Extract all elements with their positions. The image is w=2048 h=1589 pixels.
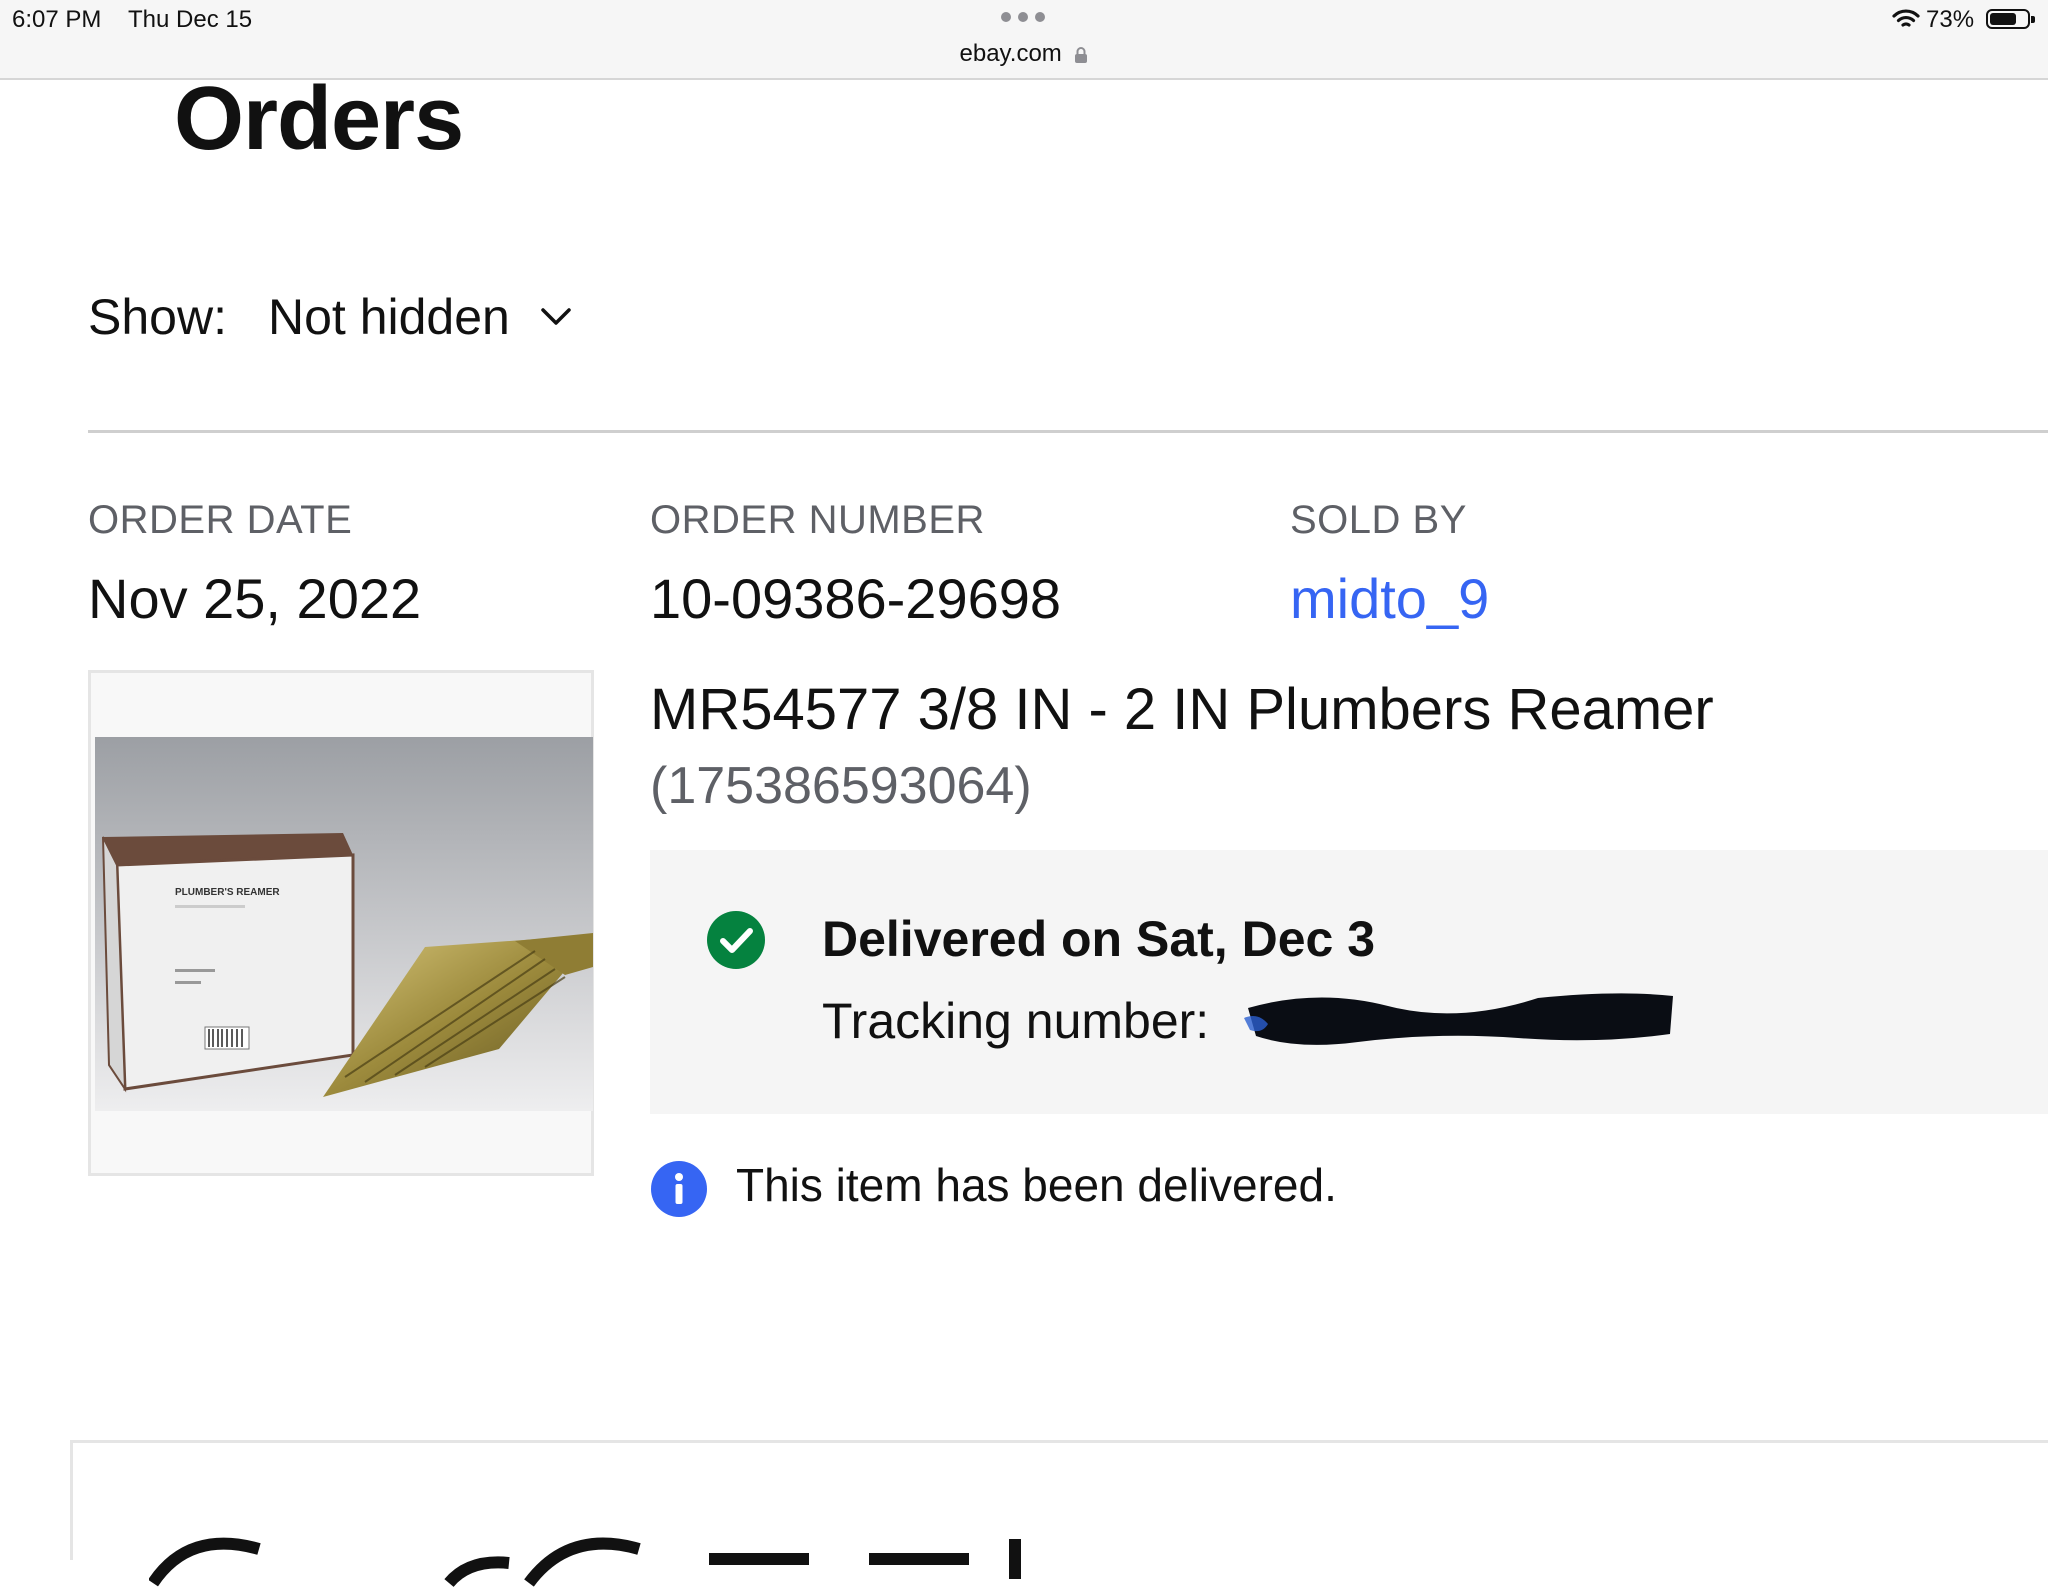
wifi-icon <box>1892 9 1920 27</box>
item-title-link[interactable]: MR54577 3/8 IN - 2 IN Plumbers Reamer <box>650 676 1714 743</box>
redaction-scribble <box>1244 993 1673 1045</box>
check-circle-icon <box>707 911 765 969</box>
order-date-label: ORDER DATE <box>88 498 353 542</box>
status-date: Thu Dec 15 <box>128 6 253 33</box>
status-time: 6:07 PM <box>12 6 102 33</box>
delivery-status-panel: Delivered on Sat, Dec 3 Tracking number: <box>650 850 2048 1114</box>
url-text: ebay.com <box>959 40 1062 67</box>
order-number-value: 10-09386-29698 <box>650 567 1062 630</box>
divider <box>88 430 2048 433</box>
order-number-label: ORDER NUMBER <box>650 498 985 542</box>
battery-icon <box>1986 9 2035 29</box>
product-image: PLUMBER'S REAMER <box>95 737 593 1111</box>
address-bar[interactable]: ebay.com <box>0 40 2048 68</box>
seller-name[interactable]: midto_9 <box>1290 567 1489 630</box>
next-card <box>70 1440 2048 1588</box>
item-number: (175386593064) <box>650 757 1032 815</box>
filter-label: Show: <box>88 289 227 345</box>
box-label-text: PLUMBER'S REAMER <box>175 887 280 898</box>
lock-icon <box>1075 46 1088 63</box>
info-message: This item has been delivered. <box>736 1159 1337 1211</box>
filter-selected-value: Not hidden <box>268 289 510 345</box>
info-icon <box>651 1161 707 1217</box>
item-thumbnail[interactable]: PLUMBER'S REAMER <box>88 670 594 1176</box>
order-date-value: Nov 25, 2022 <box>88 567 422 630</box>
seller-link[interactable]: midto_9 <box>1290 566 1489 631</box>
battery-percent: 73% <box>1926 6 1975 33</box>
chevron-down-icon <box>541 308 571 325</box>
filter-dropdown[interactable]: Not hidden <box>268 288 572 346</box>
page-title: Orders <box>174 69 464 169</box>
tracking-label: Tracking number: <box>822 993 1210 1049</box>
multitasking-dots-icon[interactable] <box>1001 12 1047 26</box>
delivery-status-text: Delivered on Sat, Dec 3 <box>822 911 1376 967</box>
cut-off-heading-shapes <box>149 1537 1021 1588</box>
sold-by-label: SOLD BY <box>1290 498 1467 542</box>
